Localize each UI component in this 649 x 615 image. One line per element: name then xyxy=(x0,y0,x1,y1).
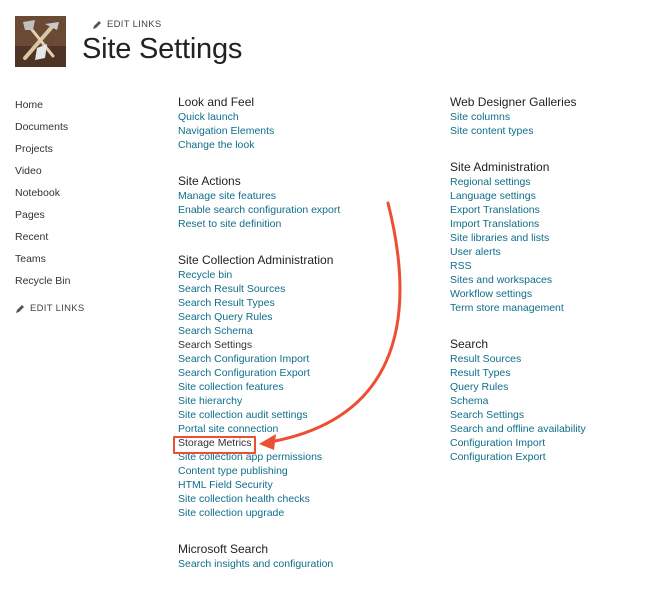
nav-item-recycle-bin[interactable]: Recycle Bin xyxy=(15,270,85,292)
link-search-result-sources[interactable]: Search Result Sources xyxy=(178,282,408,296)
link-reset-to-site-definition[interactable]: Reset to site definition xyxy=(178,217,408,231)
link-configuration-export[interactable]: Configuration Export xyxy=(450,450,640,464)
link-manage-site-features[interactable]: Manage site features xyxy=(178,189,408,203)
section-search: Search Result Sources Result Types Query… xyxy=(450,337,640,464)
settings-column-left: Look and Feel Quick launch Navigation El… xyxy=(178,95,408,593)
link-configuration-import[interactable]: Configuration Import xyxy=(450,436,640,450)
link-search-configuration-import[interactable]: Search Configuration Import xyxy=(178,352,408,366)
link-enable-search-config-export[interactable]: Enable search configuration export xyxy=(178,203,408,217)
link-site-content-types[interactable]: Site content types xyxy=(450,124,640,138)
link-language-settings[interactable]: Language settings xyxy=(450,189,640,203)
link-search-query-rules[interactable]: Search Query Rules xyxy=(178,310,408,324)
link-site-libraries-and-lists[interactable]: Site libraries and lists xyxy=(450,231,640,245)
tools-icon xyxy=(15,16,66,67)
link-search-and-offline-availability[interactable]: Search and offline availability xyxy=(450,422,640,436)
section-heading: Web Designer Galleries xyxy=(450,95,577,109)
link-search-insights-and-configuration[interactable]: Search insights and configuration xyxy=(178,557,408,571)
section-site-collection-administration: Site Collection Administration Recycle b… xyxy=(178,253,408,520)
section-site-administration: Site Administration Regional settings La… xyxy=(450,160,640,315)
link-recycle-bin[interactable]: Recycle bin xyxy=(178,268,408,282)
nav-item-documents[interactable]: Documents xyxy=(15,116,85,138)
section-microsoft-search: Microsoft Search Search insights and con… xyxy=(178,542,408,571)
edit-links-header[interactable]: EDIT LINKS xyxy=(92,19,162,30)
link-workflow-settings[interactable]: Workflow settings xyxy=(450,287,640,301)
section-web-designer-galleries: Web Designer Galleries Site columns Site… xyxy=(450,95,640,138)
settings-column-right: Web Designer Galleries Site columns Site… xyxy=(450,95,640,486)
link-site-collection-features[interactable]: Site collection features xyxy=(178,380,408,394)
pencil-icon xyxy=(93,20,101,29)
link-query-rules[interactable]: Query Rules xyxy=(450,380,640,394)
link-import-translations[interactable]: Import Translations xyxy=(450,217,640,231)
link-term-store-management[interactable]: Term store management xyxy=(450,301,640,315)
nav-item-projects[interactable]: Projects xyxy=(15,138,85,160)
section-heading: Site Administration xyxy=(450,160,550,174)
link-site-columns[interactable]: Site columns xyxy=(450,110,640,124)
nav-item-home[interactable]: Home xyxy=(15,94,85,116)
link-change-the-look[interactable]: Change the look xyxy=(178,138,408,152)
link-search-schema[interactable]: Search Schema xyxy=(178,324,408,338)
link-quick-launch[interactable]: Quick launch xyxy=(178,110,408,124)
nav-item-pages[interactable]: Pages xyxy=(15,204,85,226)
link-search-result-types[interactable]: Search Result Types xyxy=(178,296,408,310)
pencil-icon xyxy=(16,304,24,313)
edit-links-nav[interactable]: EDIT LINKS xyxy=(15,303,85,314)
link-site-hierarchy[interactable]: Site hierarchy xyxy=(178,394,408,408)
link-html-field-security[interactable]: HTML Field Security xyxy=(178,478,408,492)
link-site-collection-upgrade[interactable]: Site collection upgrade xyxy=(178,506,408,520)
section-site-actions: Site Actions Manage site features Enable… xyxy=(178,174,408,231)
link-schema[interactable]: Schema xyxy=(450,394,640,408)
nav-item-recent[interactable]: Recent xyxy=(15,226,85,248)
nav-item-teams[interactable]: Teams xyxy=(15,248,85,270)
link-export-translations[interactable]: Export Translations xyxy=(450,203,640,217)
section-heading: Site Actions xyxy=(178,174,241,188)
link-portal-site-connection[interactable]: Portal site connection xyxy=(178,422,408,436)
nav-item-notebook[interactable]: Notebook xyxy=(15,182,85,204)
edit-links-label: EDIT LINKS xyxy=(30,303,85,314)
link-sites-and-workspaces[interactable]: Sites and workspaces xyxy=(450,273,640,287)
link-search-settings-right[interactable]: Search Settings xyxy=(450,408,640,422)
section-heading: Site Collection Administration xyxy=(178,253,334,267)
section-heading: Microsoft Search xyxy=(178,542,269,556)
edit-links-label: EDIT LINKS xyxy=(107,19,162,30)
nav-item-video[interactable]: Video xyxy=(15,160,85,182)
section-heading: Search xyxy=(450,337,489,351)
link-regional-settings[interactable]: Regional settings xyxy=(450,175,640,189)
section-heading: Look and Feel xyxy=(178,95,255,109)
page-title: Site Settings xyxy=(82,33,243,65)
link-result-sources[interactable]: Result Sources xyxy=(450,352,640,366)
site-logo[interactable] xyxy=(15,16,66,67)
annotation-highlight-box xyxy=(173,436,256,454)
link-site-collection-health-checks[interactable]: Site collection health checks xyxy=(178,492,408,506)
section-look-and-feel: Look and Feel Quick launch Navigation El… xyxy=(178,95,408,152)
link-navigation-elements[interactable]: Navigation Elements xyxy=(178,124,408,138)
link-result-types[interactable]: Result Types xyxy=(450,366,640,380)
left-navigation: Home Documents Projects Video Notebook P… xyxy=(15,94,85,314)
link-search-configuration-export[interactable]: Search Configuration Export xyxy=(178,366,408,380)
link-rss[interactable]: RSS xyxy=(450,259,640,273)
link-search-settings[interactable]: Search Settings xyxy=(178,338,408,352)
link-site-collection-audit-settings[interactable]: Site collection audit settings xyxy=(178,408,408,422)
link-content-type-publishing[interactable]: Content type publishing xyxy=(178,464,408,478)
link-user-alerts[interactable]: User alerts xyxy=(450,245,640,259)
